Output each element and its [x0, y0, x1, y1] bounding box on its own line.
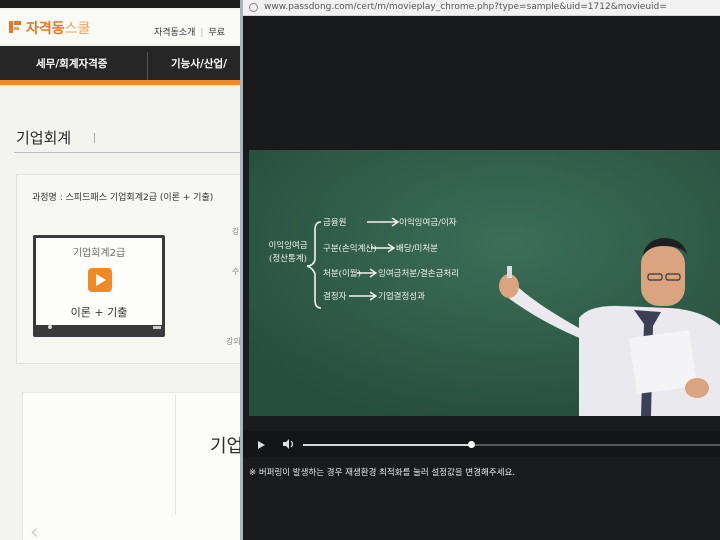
chalk-row-right: 잉여금처분/결손금처리 [378, 269, 460, 279]
site-logo[interactable]: 자격동스쿨 [26, 18, 90, 38]
thumbnail-controls [153, 326, 161, 329]
chalk-row: 배당/미처분 [396, 242, 438, 254]
link-separator: | [200, 28, 204, 38]
thumbnail-screen: 기업회계2급 이론 + 기출 [36, 238, 162, 325]
play-icon[interactable] [258, 441, 265, 449]
logo-tail-text: 스쿨 [64, 21, 91, 37]
chalkboard-scene [249, 150, 720, 416]
course-thumbnail[interactable]: 기업회계2급 이론 + 기출 [33, 235, 165, 337]
chalk-row-right: 이익잉여금/이자 [399, 218, 457, 228]
background-website: 자격동스쿨 자격동소개 | 무료 세무/회계자격증 기능사/산업/ 기업회계 과정명… [0, 0, 244, 540]
chalk-row-right: 배당/미처분 [396, 244, 438, 254]
side-text-fragment: 강의 [226, 337, 241, 346]
video-frame[interactable]: 이익잉여금 (정산통계) 금융원 이익잉여금/이자 구분(손익계산) 배당/미처… [249, 150, 720, 416]
address-bar[interactable]: www.passdong.com/cert/m/movieplay_chrome… [243, 0, 720, 16]
course-name: 과정명 : 스피드패스 기업회계2급 (이론 + 기출) [32, 193, 214, 203]
chalk-left-label: 이익잉여금 (정산통계) [265, 240, 311, 266]
side-text-fragment: 수 [232, 267, 240, 276]
chalk-row-right: 기업결정성과 [378, 292, 425, 302]
play-icon[interactable] [88, 268, 112, 292]
lower-heading: 기업 [210, 436, 244, 457]
chalk-row: 금융원 [323, 216, 346, 228]
main-nav: 세무/회계자격증 기능사/산업/ [0, 46, 244, 84]
chalk-row-left: 구분(손익계산) [323, 244, 377, 254]
nav-active-underline [0, 80, 244, 85]
nav-item-technician[interactable]: 기능사/산업/ [171, 56, 227, 71]
seek-bar-progress [303, 444, 471, 446]
top-link-about[interactable]: 자격동소개 [154, 28, 195, 38]
chalk-row-left: 금융원 [323, 218, 347, 228]
chalk-left-label-line: (정산통계) [269, 254, 307, 264]
address-url[interactable]: www.passdong.com/cert/m/movieplay_chrome… [264, 2, 667, 12]
title-rule [14, 152, 244, 153]
info-icon[interactable] [249, 3, 258, 12]
page-title: 기업회계 [16, 129, 72, 147]
thumbnail-title: 기업회계2급 [72, 248, 126, 259]
buffering-notice: ※ 버퍼링이 발생하는 경우 재생환경 최적화를 눌러 설정값을 변경해주세요. [249, 468, 516, 478]
chevron-left-icon[interactable]: ‹ [30, 520, 39, 540]
chalk-row-left: 결정자 [323, 292, 347, 302]
chalk-row: 기업결정성과 [378, 290, 425, 302]
top-link-free[interactable]: 무료 [208, 28, 225, 38]
lower-panel [22, 392, 244, 540]
thumbnail-dot [48, 325, 52, 329]
chalk-row: 이익잉여금/이자 [399, 216, 457, 228]
volume-icon[interactable] [283, 439, 295, 449]
video-letterbox-top [243, 16, 720, 150]
seek-handle[interactable] [468, 441, 475, 448]
chalk-row-left: 처분(이월) [323, 269, 361, 279]
nav-divider [147, 52, 148, 80]
logo-icon [9, 21, 21, 33]
chalk-row: 구분(손익계산) [323, 242, 377, 254]
top-links: 자격동소개 | 무료 [154, 25, 225, 38]
top-utility-strip [0, 0, 244, 8]
chalk-row: 결정자 [323, 290, 346, 302]
lower-divider [175, 395, 176, 515]
seek-bar[interactable] [303, 441, 720, 448]
side-text-fragment: 강 [232, 227, 240, 236]
title-divider [94, 133, 95, 143]
chalk-left-label-line: 이익잉여금 [268, 241, 308, 251]
logo-main-text: 자격동 [26, 21, 65, 37]
chalk-row: 처분(이월) [323, 267, 361, 279]
video-controls [243, 431, 720, 457]
thumbnail-subtitle: 이론 + 기출 [70, 306, 128, 319]
nav-item-tax-accounting[interactable]: 세무/회계자격증 [36, 56, 107, 71]
site-header: 자격동스쿨 자격동소개 | 무료 [0, 10, 244, 44]
chalk-row: 잉여금처분/결손금처리 [378, 267, 459, 279]
video-popup-window: www.passdong.com/cert/m/movieplay_chrome… [240, 0, 720, 540]
